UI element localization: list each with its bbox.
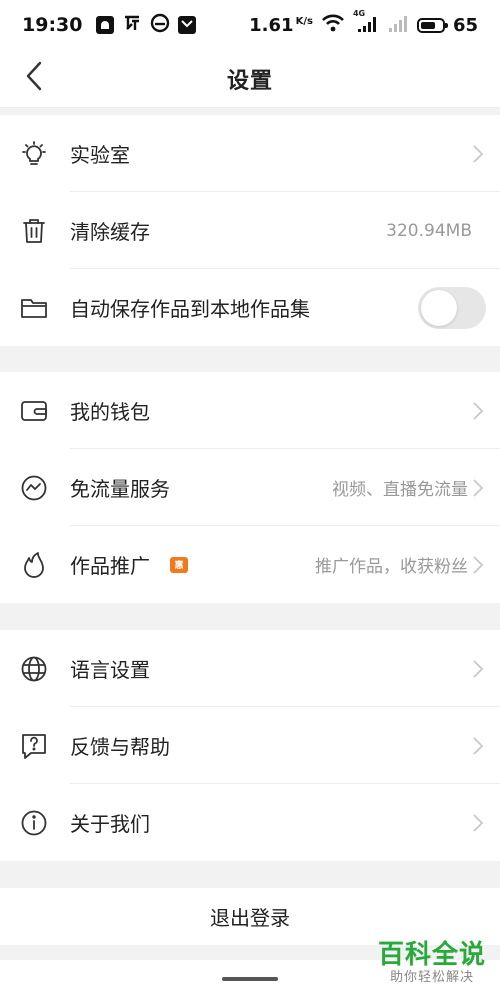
wifi-icon: [321, 14, 345, 36]
settings-item-data-free[interactable]: 免流量服务 视频、直播免流量: [0, 449, 500, 526]
folder-icon: [20, 294, 48, 322]
status-bar: 19:30 1.61 K/s 4G 65: [0, 0, 500, 50]
auto-save-toggle[interactable]: [418, 286, 486, 329]
notification-app-icon: [96, 16, 115, 34]
data-free-icon: [20, 474, 48, 502]
info-icon: [20, 809, 48, 837]
notification-app3-icon: [150, 13, 170, 37]
network-type: 4G: [352, 9, 366, 18]
cache-size: 320.94MB: [386, 220, 472, 241]
logout-button[interactable]: 退出登录: [0, 888, 500, 945]
settings-group-general: 实验室 清除缓存 320.94MB 自动保存作品到本地作品集: [0, 115, 500, 346]
settings-item-label: 清除缓存: [70, 220, 150, 244]
settings-item-clear-cache[interactable]: 清除缓存 320.94MB: [0, 192, 500, 269]
settings-item-label: 作品推广: [70, 554, 150, 578]
settings-item-promotion[interactable]: 作品推广 惠 推广作品，收获粉丝: [0, 526, 500, 603]
watermark-logo: 百科全说 助你轻松解决: [378, 940, 486, 986]
page-title: 设置: [226, 68, 273, 94]
chevron-right-icon: [472, 736, 484, 756]
logout-label: 退出登录: [210, 906, 290, 930]
settings-item-wallet[interactable]: 我的钱包: [0, 372, 500, 449]
settings-group-about: 语言设置 反馈与帮助 关于我们: [0, 630, 500, 861]
chevron-left-icon: [25, 61, 43, 95]
settings-item-value: 视频、直播免流量: [332, 480, 468, 500]
settings-item-label: 反馈与帮助: [70, 735, 170, 759]
settings-item-auto-save: 自动保存作品到本地作品集: [0, 269, 500, 346]
bulb-icon: [20, 140, 48, 168]
chevron-right-icon: [472, 144, 484, 164]
watermark-subtitle: 助你轻松解决: [389, 970, 474, 985]
globe-icon: [20, 655, 48, 683]
settings-item-label: 我的钱包: [70, 400, 150, 424]
settings-item-feedback[interactable]: 反馈与帮助: [0, 707, 500, 784]
settings-item-label: 自动保存作品到本地作品集: [70, 297, 310, 321]
settings-item-language[interactable]: 语言设置: [0, 630, 500, 707]
chevron-right-icon: [472, 659, 484, 679]
toggle-knob: [421, 289, 457, 326]
discount-badge: 惠: [170, 556, 188, 573]
trash-icon: [20, 217, 48, 245]
home-indicator[interactable]: [222, 977, 278, 981]
settings-item-label: 免流量服务: [70, 477, 170, 501]
signal-2-icon: [387, 13, 409, 37]
settings-item-about-us[interactable]: 关于我们: [0, 784, 500, 861]
chevron-right-icon: [472, 555, 484, 575]
flame-icon: [20, 551, 48, 579]
mail-icon: [178, 16, 197, 34]
back-button[interactable]: [14, 58, 54, 98]
watermark-title: 百科全说: [377, 940, 486, 970]
status-notifications: [96, 13, 197, 37]
chevron-right-icon: [472, 478, 484, 498]
nav-bar: 设置: [0, 50, 500, 108]
settings-item-label: 实验室: [70, 143, 130, 167]
chevron-right-icon: [472, 813, 484, 833]
settings-item-value: 推广作品，收获粉丝: [315, 557, 468, 577]
settings-group-services: 我的钱包 免流量服务 视频、直播免流量 作品推广 惠 推广作品，收获粉丝: [0, 372, 500, 603]
chevron-right-icon: [472, 401, 484, 421]
battery-level: 65: [452, 14, 478, 36]
status-time: 19:30: [22, 14, 83, 36]
status-right: 1.61 K/s 4G 65: [249, 9, 478, 37]
wallet-icon: [20, 397, 48, 425]
feedback-icon: [20, 732, 48, 760]
notification-app2-icon: [122, 13, 142, 37]
battery-icon: [416, 17, 448, 33]
signal-icon: 4G: [353, 9, 379, 37]
settings-item-label: 关于我们: [70, 812, 150, 836]
settings-item-label: 语言设置: [70, 658, 150, 682]
network-speed: 1.61 K/s: [249, 14, 313, 36]
settings-item-lab[interactable]: 实验室: [0, 115, 500, 192]
